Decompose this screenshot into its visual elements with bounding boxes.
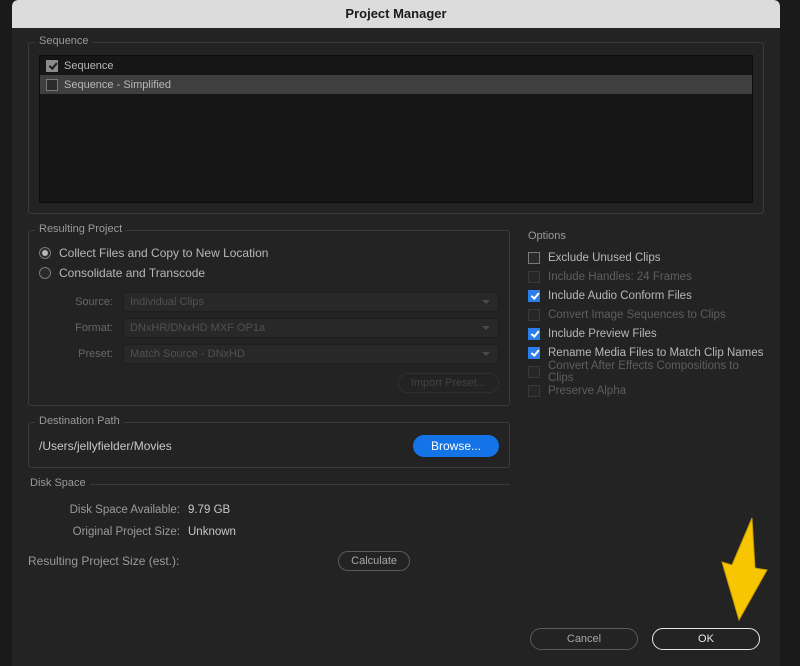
- checkbox-icon[interactable]: [46, 60, 58, 72]
- sequence-list[interactable]: Sequence Sequence - Simplified: [39, 55, 753, 203]
- source-label: Source:: [59, 296, 113, 308]
- disk-space-group-label: Disk Space: [26, 477, 90, 489]
- option-aecomp: Convert After Effects Compositions to Cl…: [528, 362, 764, 381]
- option-label: Rename Media Files to Match Clip Names: [548, 347, 763, 359]
- disk-space-group: Disk Space Disk Space Available: 9.79 GB…: [28, 484, 510, 571]
- checkbox-icon: [528, 385, 540, 397]
- checkbox-icon[interactable]: [528, 252, 540, 264]
- options-group-label: Options: [528, 230, 764, 242]
- destination-path-group: Destination Path /Users/jellyfielder/Mov…: [28, 422, 510, 468]
- option-label: Include Preview Files: [548, 328, 657, 340]
- destination-path-group-label: Destination Path: [35, 415, 124, 427]
- original-project-size-label: Original Project Size:: [28, 526, 188, 538]
- checkbox-icon[interactable]: [528, 328, 540, 340]
- preset-label: Preset:: [59, 348, 113, 360]
- sequence-label: Sequence - Simplified: [64, 79, 171, 91]
- dialog-title: Project Manager: [12, 0, 780, 28]
- preset-row: Preset: Match Source - DNxHD: [59, 341, 499, 367]
- format-row: Format: DNxHR/DNxHD MXF OP1a: [59, 315, 499, 341]
- checkbox-icon[interactable]: [528, 290, 540, 302]
- preset-select[interactable]: Match Source - DNxHD: [123, 344, 499, 364]
- calculate-button[interactable]: Calculate: [338, 551, 410, 571]
- radio-icon[interactable]: [39, 247, 51, 259]
- option-label: Preserve Alpha: [548, 385, 626, 397]
- checkbox-icon: [528, 366, 540, 378]
- resulting-project-group: Resulting Project Collect Files and Copy…: [28, 230, 510, 406]
- option-imgSeq: Convert Image Sequences to Clips: [528, 305, 764, 324]
- disk-space-available-value: 9.79 GB: [188, 504, 230, 516]
- sequence-label: Sequence: [64, 60, 114, 72]
- destination-path-value: /Users/jellyfielder/Movies: [39, 439, 172, 453]
- checkbox-icon: [528, 309, 540, 321]
- option-exclude[interactable]: Exclude Unused Clips: [528, 248, 764, 267]
- import-preset-button[interactable]: Import Preset...: [398, 373, 499, 393]
- option-label: Convert Image Sequences to Clips: [548, 309, 726, 321]
- radio-collect-files[interactable]: Collect Files and Copy to New Location: [39, 243, 499, 263]
- option-label: Include Audio Conform Files: [548, 290, 692, 302]
- option-alpha: Preserve Alpha: [528, 381, 764, 400]
- cancel-button[interactable]: Cancel: [530, 628, 638, 650]
- sequence-group-label: Sequence: [35, 35, 93, 47]
- radio-label: Collect Files and Copy to New Location: [59, 246, 268, 260]
- checkbox-icon[interactable]: [528, 347, 540, 359]
- project-manager-dialog: Project Manager Sequence Sequence Sequen…: [12, 0, 780, 666]
- radio-label: Consolidate and Transcode: [59, 266, 205, 280]
- option-label: Include Handles: 24 Frames: [548, 271, 692, 283]
- ok-button[interactable]: OK: [652, 628, 760, 650]
- options-group: Options Exclude Unused Clips Include Hand…: [528, 230, 764, 400]
- format-select[interactable]: DNxHR/DNxHD MXF OP1a: [123, 318, 499, 338]
- radio-icon[interactable]: [39, 267, 51, 279]
- option-handles: Include Handles: 24 Frames: [528, 267, 764, 286]
- source-row: Source: Individual Clips: [59, 289, 499, 315]
- checkbox-icon[interactable]: [46, 79, 58, 91]
- radio-consolidate-transcode[interactable]: Consolidate and Transcode: [39, 263, 499, 283]
- resulting-project-group-label: Resulting Project: [35, 223, 126, 235]
- option-label: Exclude Unused Clips: [548, 252, 661, 264]
- original-project-size-value: Unknown: [188, 526, 236, 538]
- option-conform[interactable]: Include Audio Conform Files: [528, 286, 764, 305]
- sequence-row[interactable]: Sequence: [40, 56, 752, 75]
- sequence-group: Sequence Sequence Sequence - Simplified: [28, 42, 764, 214]
- option-preview[interactable]: Include Preview Files: [528, 324, 764, 343]
- format-label: Format:: [59, 322, 113, 334]
- disk-space-available-label: Disk Space Available:: [28, 504, 188, 516]
- browse-button[interactable]: Browse...: [413, 435, 499, 457]
- resulting-project-size-label: Resulting Project Size (est.):: [28, 554, 179, 568]
- option-label: Convert After Effects Compositions to Cl…: [548, 360, 764, 384]
- dialog-footer: Cancel OK: [530, 628, 760, 650]
- sequence-row[interactable]: Sequence - Simplified: [40, 75, 752, 94]
- source-select[interactable]: Individual Clips: [123, 292, 499, 312]
- checkbox-icon: [528, 271, 540, 283]
